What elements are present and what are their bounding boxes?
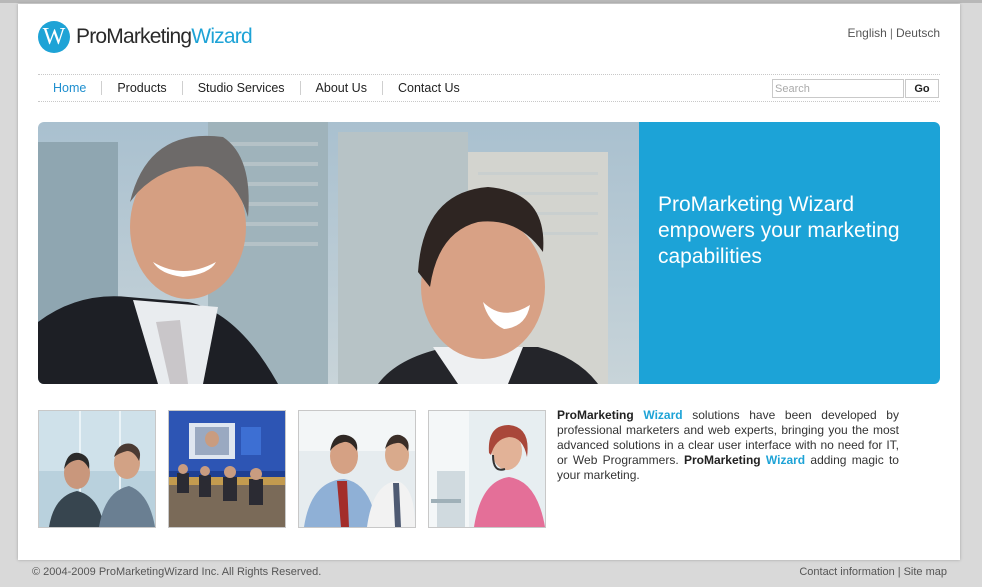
- hero-photo-businessmen: [38, 122, 639, 384]
- thumbnail-image-2: [169, 411, 285, 527]
- hero-headline: ProMarketing Wizard empowers your market…: [658, 193, 900, 268]
- thumbnail-image-3: [299, 411, 415, 527]
- nav-item-contact-us[interactable]: Contact Us: [381, 81, 475, 95]
- language-link-english[interactable]: English: [847, 26, 886, 40]
- language-separator: |: [889, 26, 893, 40]
- intro-brand-accent: Wizard: [643, 408, 683, 422]
- thumb-conference-panel[interactable]: [168, 410, 286, 528]
- nav-item-about-us[interactable]: About Us: [299, 81, 382, 95]
- page-container: W ProMarketingWizard English | Deutsch Hom…: [18, 4, 960, 560]
- nav-item-home[interactable]: Home: [38, 81, 101, 95]
- search-go-button[interactable]: Go: [905, 79, 939, 98]
- logo-w-icon: W: [38, 21, 70, 53]
- intro-paragraph: ProMarketing Wizard solutions have been …: [557, 408, 899, 483]
- footer-copyright: © 2004-2009 ProMarketingWizard Inc. All …: [32, 566, 322, 578]
- language-link-deutsch[interactable]: Deutsch: [896, 26, 940, 40]
- intro-brand-accent-2: Wizard: [765, 453, 806, 467]
- main-navigation: Home Products Studio Services About Us C…: [38, 75, 475, 101]
- logo-name-part2: Wizard: [191, 25, 252, 48]
- search-input[interactable]: [772, 79, 904, 98]
- main-navigation-bar: Home Products Studio Services About Us C…: [38, 74, 940, 102]
- thumb-professionals-glass[interactable]: [38, 410, 156, 528]
- logo-name-part1: ProMarketing: [76, 25, 192, 48]
- logo-wordmark: ProMarketingWizard: [76, 25, 253, 49]
- hero-banner: ProMarketing Wizard empowers your market…: [38, 122, 940, 384]
- intro-brand-name-2: ProMarketing: [683, 453, 761, 467]
- site-logo[interactable]: W ProMarketingWizard: [38, 20, 253, 54]
- nav-item-products[interactable]: Products: [101, 81, 181, 95]
- language-switcher: English | Deutsch: [847, 26, 940, 40]
- footer-link-site-map[interactable]: Site map: [904, 566, 947, 578]
- thumbnail-image-4: [429, 411, 545, 527]
- nav-item-studio-services[interactable]: Studio Services: [181, 81, 300, 95]
- thumb-office-colleagues[interactable]: [298, 410, 416, 528]
- footer-separator: |: [897, 566, 901, 578]
- thumbnail-image-1: [39, 411, 155, 527]
- hero-text-panel: ProMarketing Wizard empowers your market…: [639, 122, 940, 384]
- footer-link-contact-information[interactable]: Contact information: [799, 566, 894, 578]
- footer-links: Contact information | Site map: [799, 566, 947, 578]
- intro-brand-name: ProMarketing: [557, 408, 634, 422]
- window-top-edge: [0, 0, 982, 3]
- thumb-headset-operator[interactable]: [428, 410, 546, 528]
